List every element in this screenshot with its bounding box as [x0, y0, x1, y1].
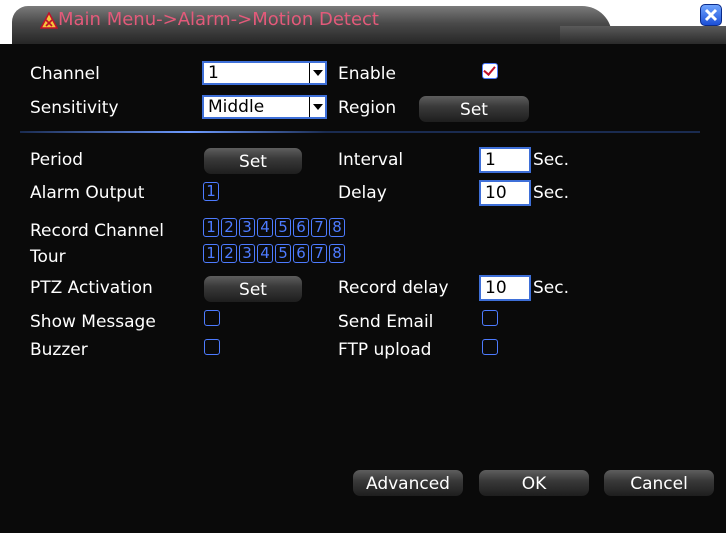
enable-checkbox[interactable]	[482, 63, 498, 79]
chevron-down-icon[interactable]	[309, 63, 325, 83]
title-bar: Main Menu->Alarm->Motion Detect	[0, 0, 726, 44]
ptz-activation-label: PTZ Activation	[30, 278, 153, 298]
tour-channel-3[interactable]: 3	[239, 244, 255, 263]
alarm-output-label: Alarm Output	[30, 183, 145, 203]
motion-detect-window: Main Menu->Alarm->Motion Detect Channel …	[0, 0, 726, 533]
period-label: Period	[30, 150, 84, 170]
channel-value: 1	[208, 63, 219, 83]
tour-channel-1[interactable]: 1	[203, 244, 219, 263]
show-message-label: Show Message	[30, 312, 156, 332]
send-email-checkbox[interactable]	[482, 310, 498, 326]
section-divider	[20, 131, 700, 133]
record-delay-label: Record delay	[338, 278, 449, 298]
interval-label: Interval	[338, 150, 404, 170]
record-channel-1[interactable]: 1	[203, 218, 219, 237]
enable-label: Enable	[338, 64, 396, 84]
window-title: Main Menu->Alarm->Motion Detect	[58, 9, 379, 30]
ftp-upload-checkbox[interactable]	[482, 339, 498, 355]
buzzer-label: Buzzer	[30, 340, 88, 360]
title-strip	[560, 26, 726, 44]
record-channel-4[interactable]: 4	[257, 218, 273, 237]
record-channel-2[interactable]: 2	[221, 218, 237, 237]
sensitivity-label: Sensitivity	[30, 98, 119, 118]
record-delay-input[interactable]: 10	[479, 275, 531, 301]
tour-label: Tour	[30, 247, 66, 267]
advanced-button[interactable]: Advanced	[352, 469, 464, 497]
channel-label: Channel	[30, 64, 100, 84]
close-button[interactable]	[700, 4, 722, 26]
region-label: Region	[338, 98, 397, 118]
record-channel-3[interactable]: 3	[239, 218, 255, 237]
record-channel-6[interactable]: 6	[293, 218, 309, 237]
interval-input[interactable]: 1	[479, 147, 531, 173]
ok-button[interactable]: OK	[478, 469, 590, 497]
delay-label: Delay	[338, 183, 387, 203]
region-set-button[interactable]: Set	[418, 95, 530, 123]
record-delay-unit: Sec.	[533, 278, 570, 298]
interval-unit: Sec.	[533, 150, 570, 170]
alarm-output-1[interactable]: 1	[203, 182, 219, 201]
record-channel-label: Record Channel	[30, 221, 164, 241]
channel-select[interactable]: 1	[202, 61, 327, 85]
show-message-checkbox[interactable]	[204, 310, 220, 326]
period-set-button[interactable]: Set	[203, 147, 303, 175]
sensitivity-value: Middle	[208, 97, 265, 117]
close-icon	[704, 8, 718, 22]
ftp-upload-label: FTP upload	[338, 340, 432, 360]
tour-channel-6[interactable]: 6	[293, 244, 309, 263]
record-channel-5[interactable]: 5	[275, 218, 291, 237]
tour-channel-7[interactable]: 7	[311, 244, 327, 263]
delay-unit: Sec.	[533, 183, 570, 203]
send-email-label: Send Email	[338, 312, 434, 332]
tour-channel-8[interactable]: 8	[329, 244, 345, 263]
sensitivity-select[interactable]: Middle	[202, 95, 327, 119]
chevron-down-icon[interactable]	[309, 97, 325, 117]
buzzer-checkbox[interactable]	[204, 339, 220, 355]
cancel-button[interactable]: Cancel	[603, 469, 715, 497]
record-channel-7[interactable]: 7	[311, 218, 327, 237]
delay-input[interactable]: 10	[479, 180, 531, 206]
ptz-set-button[interactable]: Set	[203, 275, 303, 303]
record-channel-8[interactable]: 8	[329, 218, 345, 237]
tour-channel-4[interactable]: 4	[257, 244, 273, 263]
tour-channel-2[interactable]: 2	[221, 244, 237, 263]
warning-triangle-icon	[40, 12, 58, 29]
tour-channel-5[interactable]: 5	[275, 244, 291, 263]
